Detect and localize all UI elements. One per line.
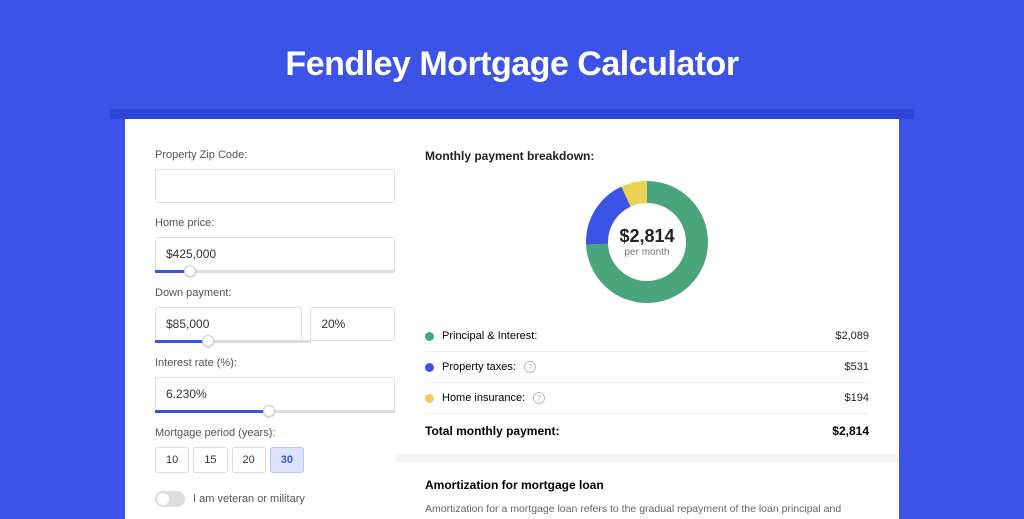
- breakdown-value: $194: [845, 392, 869, 404]
- dot-icon: [425, 363, 434, 372]
- period-btn-20[interactable]: 20: [232, 447, 266, 473]
- total-value: $2,814: [832, 424, 869, 438]
- breakdown-label: Property taxes:: [442, 361, 516, 373]
- info-icon[interactable]: ?: [524, 361, 536, 373]
- home-price-label: Home price:: [155, 217, 395, 229]
- period-btn-30[interactable]: 30: [270, 447, 304, 473]
- zip-input[interactable]: [155, 169, 395, 203]
- interest-field-group: Interest rate (%):: [155, 357, 395, 413]
- breakdown-panel: Monthly payment breakdown: $2,814 per mo…: [425, 149, 869, 519]
- amortization-title: Amortization for mortgage loan: [425, 478, 869, 492]
- calculator-card: Property Zip Code: Home price: Down paym…: [125, 119, 899, 519]
- breakdown-row-taxes: Property taxes: ? $531: [425, 352, 869, 383]
- amortization-section: Amortization for mortgage loan Amortizat…: [395, 454, 899, 519]
- down-payment-slider[interactable]: [155, 340, 311, 343]
- interest-slider-thumb[interactable]: [263, 405, 275, 417]
- down-payment-slider-thumb[interactable]: [202, 335, 214, 347]
- donut-chart: $2,814 per month: [582, 177, 712, 307]
- period-field-group: Mortgage period (years): 10 15 20 30: [155, 427, 395, 473]
- down-payment-field-group: Down payment:: [155, 287, 395, 343]
- total-label: Total monthly payment:: [425, 424, 559, 438]
- down-payment-input[interactable]: [155, 307, 302, 341]
- interest-label: Interest rate (%):: [155, 357, 395, 369]
- period-button-group: 10 15 20 30: [155, 447, 395, 473]
- veteran-toggle-row: I am veteran or military: [155, 491, 395, 507]
- home-price-slider-fill: [155, 270, 184, 273]
- interest-slider-fill: [155, 410, 263, 413]
- down-payment-pct-input[interactable]: [310, 307, 395, 341]
- period-btn-10[interactable]: 10: [155, 447, 189, 473]
- page-title: Fendley Mortgage Calculator: [0, 0, 1024, 109]
- donut-value: $2,814: [619, 226, 674, 247]
- period-label: Mortgage period (years):: [155, 427, 395, 439]
- dot-icon: [425, 394, 434, 403]
- breakdown-label: Home insurance:: [442, 392, 525, 404]
- breakdown-value: $531: [845, 361, 869, 373]
- home-price-slider-thumb[interactable]: [184, 265, 196, 277]
- home-price-field-group: Home price:: [155, 217, 395, 273]
- breakdown-row-principal: Principal & Interest: $2,089: [425, 321, 869, 352]
- total-row: Total monthly payment: $2,814: [425, 414, 869, 454]
- donut-sub: per month: [624, 247, 669, 258]
- veteran-toggle[interactable]: [155, 491, 185, 507]
- info-icon[interactable]: ?: [533, 392, 545, 404]
- down-payment-label: Down payment:: [155, 287, 395, 299]
- period-btn-15[interactable]: 15: [193, 447, 227, 473]
- breakdown-title: Monthly payment breakdown:: [425, 149, 869, 163]
- amortization-text: Amortization for a mortgage loan refers …: [425, 502, 869, 519]
- form-panel: Property Zip Code: Home price: Down paym…: [155, 149, 395, 519]
- zip-field-group: Property Zip Code:: [155, 149, 395, 203]
- breakdown-value: $2,089: [835, 330, 869, 342]
- breakdown-label: Principal & Interest:: [442, 330, 537, 342]
- donut-center: $2,814 per month: [582, 177, 712, 307]
- breakdown-row-insurance: Home insurance: ? $194: [425, 383, 869, 414]
- interest-input[interactable]: [155, 377, 395, 411]
- veteran-label: I am veteran or military: [193, 493, 305, 505]
- home-price-slider[interactable]: [155, 270, 395, 273]
- card-shadow: [110, 109, 914, 119]
- interest-slider[interactable]: [155, 410, 395, 413]
- down-payment-slider-fill: [155, 340, 202, 343]
- zip-label: Property Zip Code:: [155, 149, 395, 161]
- dot-icon: [425, 332, 434, 341]
- donut-chart-wrap: $2,814 per month: [425, 177, 869, 307]
